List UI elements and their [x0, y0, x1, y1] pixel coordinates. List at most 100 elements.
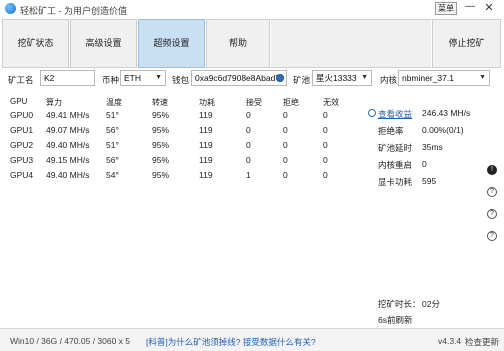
close-icon[interactable]: ✕ [482, 1, 496, 15]
table-cell: 119 [199, 125, 213, 135]
table-cell: 0 [283, 155, 288, 165]
table-cell: 51° [106, 140, 119, 150]
table-cell: 1 [246, 170, 251, 180]
col-header-accept: 接受 [246, 98, 262, 107]
table-cell: 0 [246, 155, 251, 165]
pool-latency-value: 35ms [422, 142, 443, 152]
table-cell: 51° [106, 110, 119, 120]
system-info: Win10 / 36G / 470.05 / 3060 x 5 [10, 336, 131, 346]
help-icon[interactable]: ? [487, 231, 497, 241]
status-bar: Win10 / 36G / 470.05 / 3060 x 5 [科普]为什么矿… [0, 328, 504, 351]
table-cell: GPU2 [10, 140, 34, 150]
table-cell: 119 [199, 155, 213, 165]
table-cell: 0 [323, 125, 328, 135]
pool-latency-label: 矿池延时 [378, 143, 413, 153]
col-header-gpu: GPU [10, 97, 28, 106]
chevron-down-icon: ▼ [155, 74, 162, 81]
reject-rate-value: 0.00%(0/1) [422, 125, 464, 135]
pool-select[interactable]: 星火13333 ▼ [312, 70, 372, 86]
table-cell: 119 [199, 170, 213, 180]
table-cell: 0 [246, 110, 251, 120]
table-cell: 119 [199, 110, 213, 120]
table-cell: 49.07 MH/s [46, 125, 90, 135]
table-cell: 0 [283, 170, 288, 180]
help-icon[interactable]: ? [487, 209, 497, 219]
kernel-select[interactable]: nbminer_37.1 ▼ [398, 70, 490, 86]
table-cell: 49.15 MH/s [46, 155, 90, 165]
reject-rate-label: 拒绝率 [378, 126, 404, 136]
table-cell: 0 [323, 140, 328, 150]
table-cell: 95% [152, 140, 170, 150]
wallet-value: 0xa9c6d7908e8Abad7 [195, 73, 281, 83]
menu-button[interactable]: 菜单 [435, 2, 457, 15]
tab-help[interactable]: 帮助 [206, 19, 270, 68]
table-cell: 0 [323, 170, 328, 180]
col-header-temp: 温度 [106, 98, 122, 107]
col-header-invalid: 无效 [323, 98, 339, 107]
kernel-label: 内核 [380, 75, 398, 85]
kernel-value: nbminer_37.1 [402, 73, 454, 83]
chevron-down-icon: ▼ [479, 74, 486, 81]
help-icon[interactable]: ? [487, 187, 497, 197]
profit-icon [368, 109, 376, 117]
table-cell: GPU0 [10, 110, 34, 120]
minimize-icon[interactable]: — [464, 1, 476, 15]
col-header-power: 功耗 [199, 98, 215, 107]
miner-name-value: K2 [44, 73, 55, 83]
table-cell: 0 [323, 155, 328, 165]
table-cell: GPU4 [10, 170, 34, 180]
chevron-down-icon: ▼ [361, 74, 368, 81]
app-title: 轻松矿工 - 为用户创造价值 [20, 6, 127, 16]
news-link[interactable]: [科普]为什么矿池须掉线? 接受数据什么有关? [146, 336, 316, 348]
table-cell: 95% [152, 125, 170, 135]
tab-overclock-settings[interactable]: 超频设置 [138, 19, 205, 68]
wallet-input[interactable]: 0xa9c6d7908e8Abad7 [191, 70, 287, 86]
toolbar-spacer [271, 19, 431, 68]
pool-value: 星火13333 [316, 73, 357, 83]
alert-icon[interactable]: ! [487, 165, 497, 175]
table-cell: 49.40 MH/s [46, 170, 90, 180]
col-header-reject: 拒绝 [283, 98, 299, 107]
table-cell: 119 [199, 140, 213, 150]
mining-duration-label: 挖矿时长： [378, 299, 421, 309]
table-cell: GPU3 [10, 155, 34, 165]
table-cell: 0 [246, 125, 251, 135]
kernel-restart-label: 内核重启 [378, 160, 413, 170]
table-cell: 54° [106, 170, 119, 180]
pool-label: 矿池 [293, 75, 311, 85]
table-cell: 56° [106, 155, 119, 165]
table-cell: 0 [283, 140, 288, 150]
app-logo-icon [5, 3, 16, 14]
table-cell: 0 [323, 110, 328, 120]
stop-mining-button[interactable]: 停止挖矿 [432, 19, 501, 68]
miner-name-input[interactable]: K2 [40, 70, 95, 86]
refresh-status: 6s前刷新 [378, 315, 413, 325]
tab-advanced-settings[interactable]: 高级设置 [70, 19, 137, 68]
total-hashrate: 246.43 MH/s [422, 108, 471, 118]
col-header-fan: 转速 [152, 98, 168, 107]
coin-select[interactable]: ETH ▼ [120, 70, 166, 86]
table-cell: 0 [246, 140, 251, 150]
wallet-label: 钱包 [172, 75, 190, 85]
table-cell: 49.40 MH/s [46, 140, 90, 150]
table-cell: 56° [106, 125, 119, 135]
table-cell: 95% [152, 110, 170, 120]
gpu-power-label: 显卡功耗 [378, 177, 413, 187]
check-update-button[interactable]: 检查更新 [465, 336, 499, 348]
tab-mining-status[interactable]: 挖矿状态 [2, 19, 69, 68]
col-header-hashrate: 算力 [46, 98, 62, 107]
table-cell: 0 [283, 125, 288, 135]
coin-value: ETH [124, 73, 141, 83]
coin-label: 币种 [102, 75, 120, 85]
version-label: v4.3.4 [438, 336, 462, 346]
view-profit-link[interactable]: 查看收益 [378, 108, 412, 120]
table-cell: 95% [152, 170, 170, 180]
title-bar: 轻松矿工 - 为用户创造价值 菜单 — ✕ [0, 0, 504, 18]
table-cell: 95% [152, 155, 170, 165]
mining-duration-value: 02分 [422, 299, 440, 309]
table-cell: GPU1 [10, 125, 34, 135]
table-cell: 0 [283, 110, 288, 120]
miner-name-label: 矿工名 [8, 75, 34, 85]
table-cell: 49.41 MH/s [46, 110, 90, 120]
eye-icon[interactable] [276, 74, 284, 82]
